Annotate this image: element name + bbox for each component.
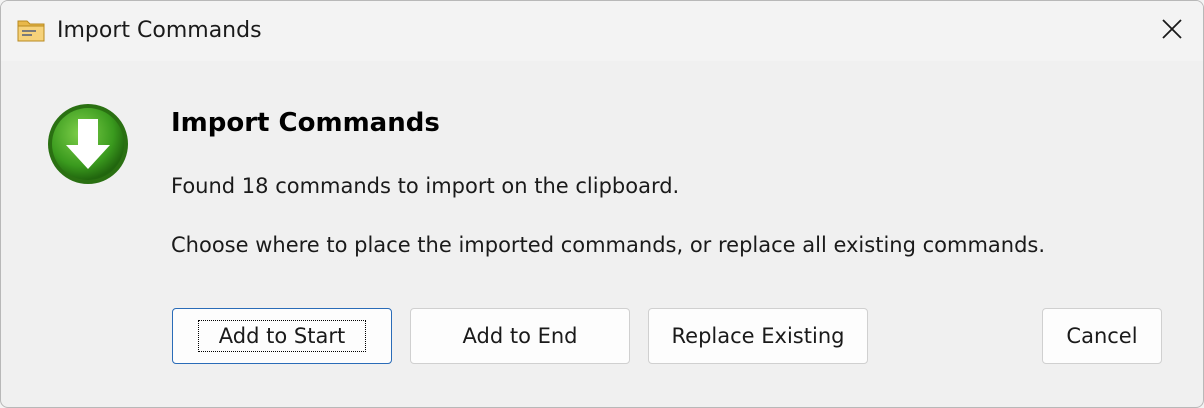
folder-app-icon (16, 17, 46, 45)
add-to-end-button[interactable]: Add to End (410, 308, 630, 364)
dialog-heading: Import Commands (171, 108, 440, 138)
cancel-button[interactable]: Cancel (1042, 308, 1162, 364)
add-to-start-label: Add to Start (197, 320, 367, 352)
found-commands-message: Found 18 commands to import on the clipb… (171, 174, 680, 198)
import-commands-dialog: Import Commands Import Commands Found 18… (0, 0, 1204, 408)
close-button[interactable] (1141, 1, 1203, 61)
replace-existing-button[interactable]: Replace Existing (648, 308, 868, 364)
close-icon (1161, 18, 1183, 44)
instruction-message: Choose where to place the imported comma… (171, 233, 1046, 257)
title-bar: Import Commands (1, 1, 1203, 61)
download-arrow-icon (45, 101, 131, 187)
add-to-start-button[interactable]: Add to Start (172, 308, 392, 364)
window-title: Import Commands (57, 18, 262, 43)
